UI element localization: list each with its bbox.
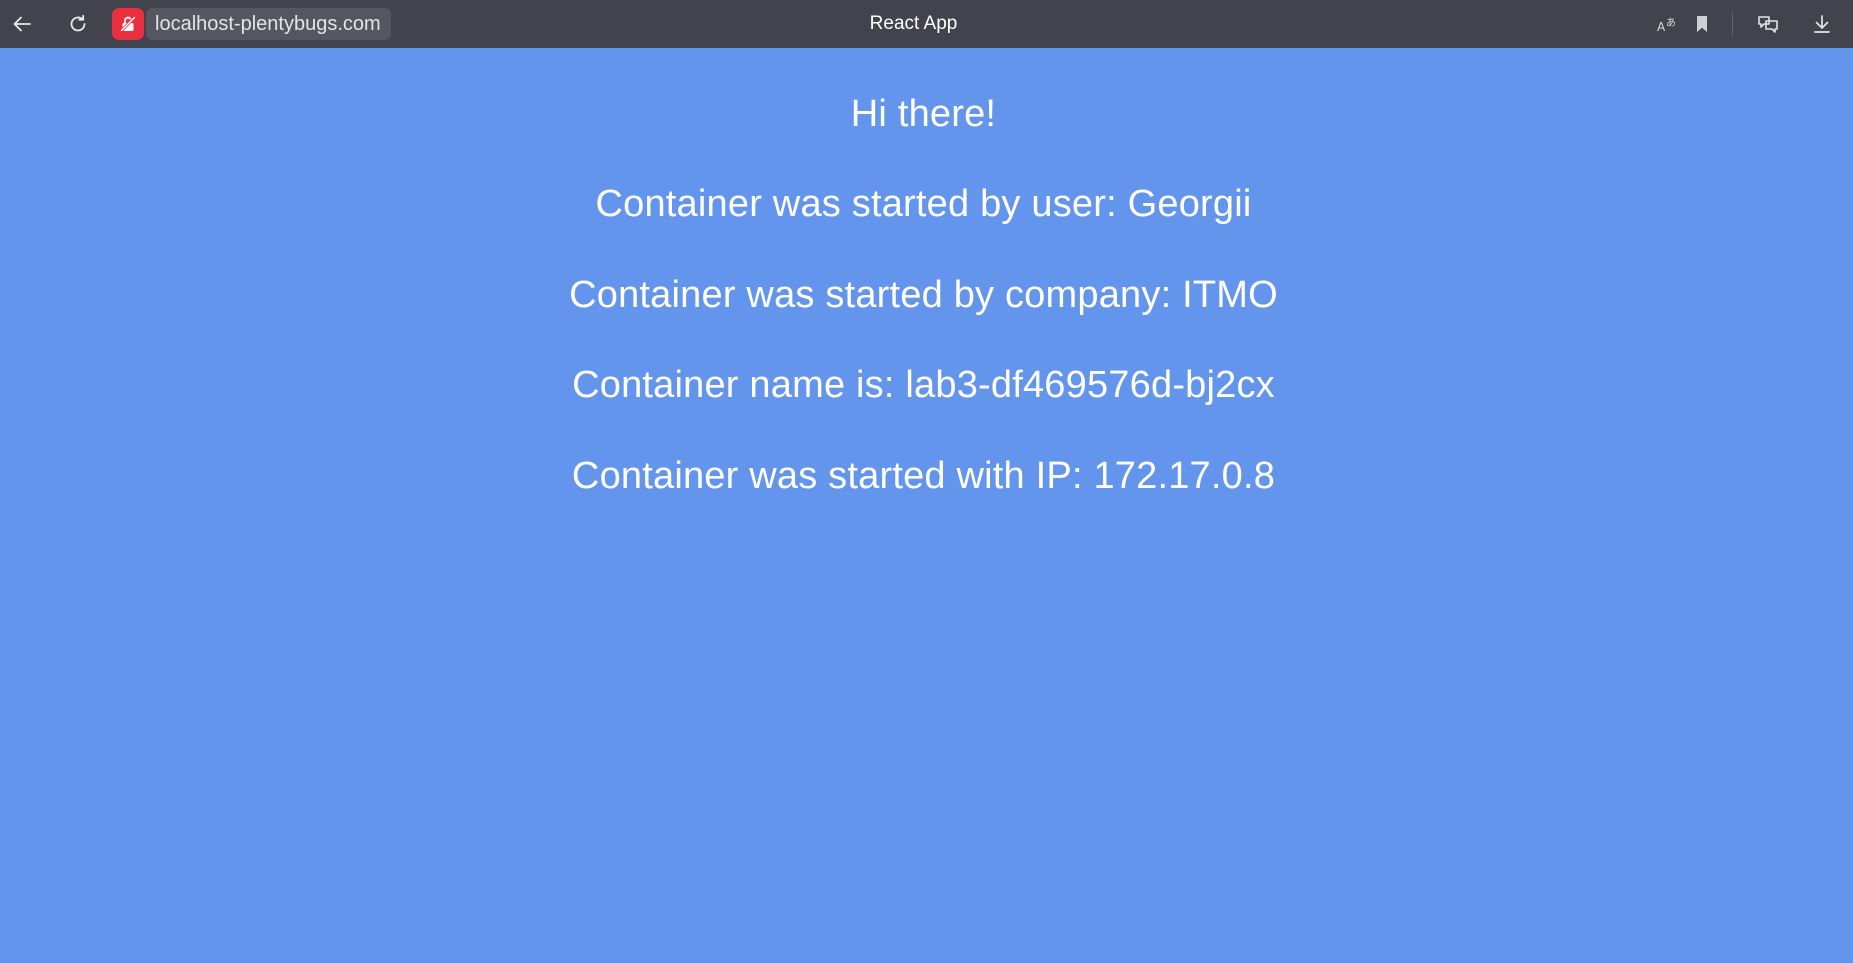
user-info-line: Container was started by user: Georgii [595,183,1252,225]
container-ip-line: Container was started with IP: 172.17.0.… [571,455,1276,497]
browser-toolbar: localhost-plentybugs.com React App A あ [0,0,1853,48]
translate-button[interactable]: A あ [1652,8,1684,40]
translate-icon: A あ [1657,17,1676,34]
chat-tabs-icon [1758,16,1778,33]
toolbar-separator [1732,12,1733,36]
greeting-heading: Hi there! [850,93,997,135]
download-button[interactable] [1806,8,1838,40]
tab-title: React App [869,13,958,34]
download-icon [1814,15,1830,33]
svg-text:A: A [1657,20,1666,34]
bookmark-icon [1697,16,1707,32]
page-content: Hi there! Container was started by user:… [0,48,1853,963]
svg-text:あ: あ [1666,17,1676,29]
bookmark-button[interactable] [1686,8,1718,40]
tabs-button[interactable] [1752,8,1784,40]
container-name-line: Container name is: lab3-df469576d-bj2cx [572,364,1275,406]
company-info-line: Container was started by company: ITMO [569,274,1278,316]
